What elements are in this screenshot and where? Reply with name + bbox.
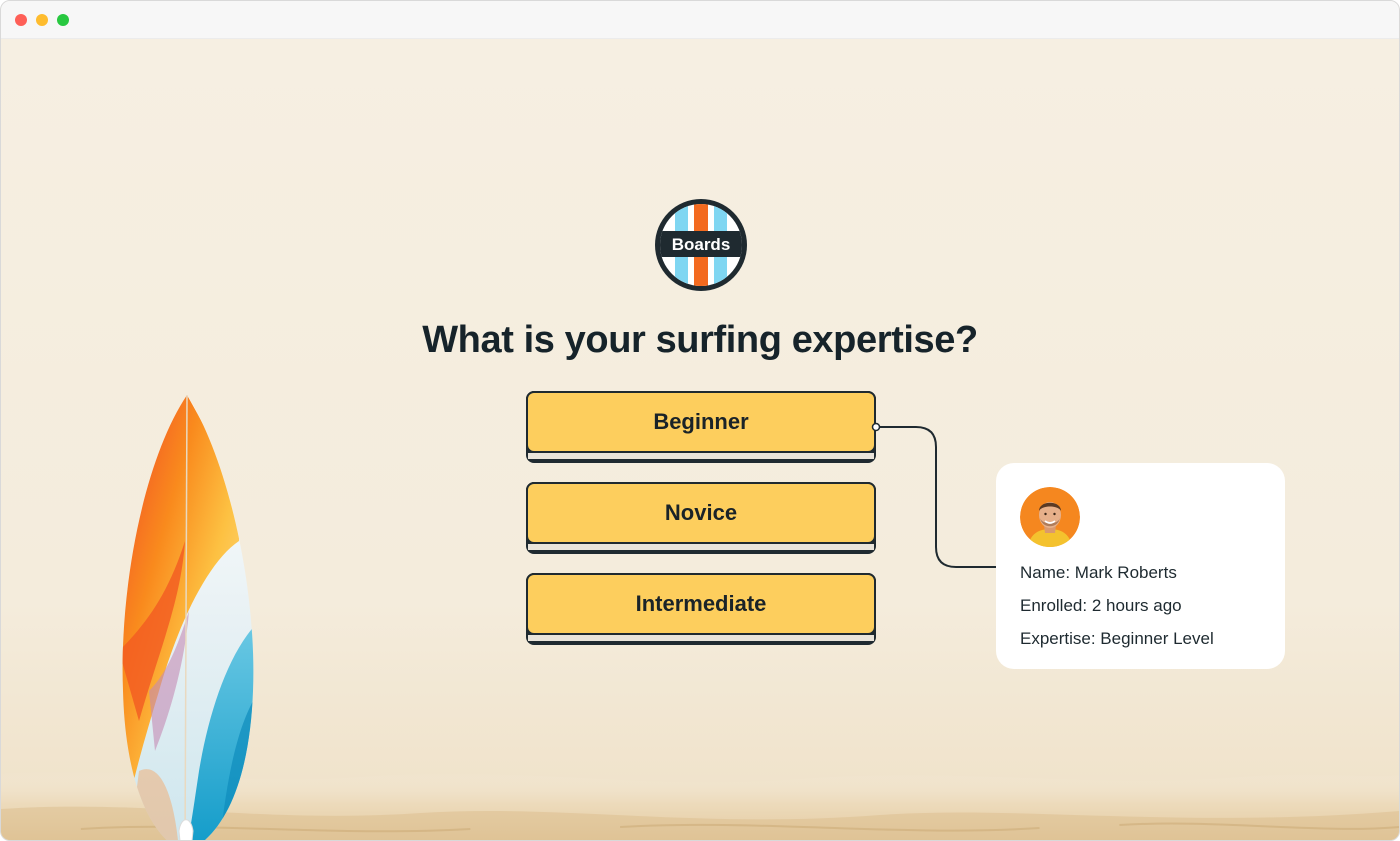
option-shadow: [528, 453, 874, 459]
minimize-window-button[interactable]: [36, 14, 48, 26]
boards-logo: Boards: [655, 199, 747, 291]
person-avatar-icon: [1020, 487, 1080, 547]
window-titlebar: [1, 1, 1399, 39]
profile-enrolled: Enrolled: 2 hours ago: [1020, 596, 1182, 615]
option-shadow: [528, 544, 874, 550]
option-label: Beginner: [526, 391, 876, 453]
logo-text: Boards: [672, 235, 731, 254]
profile-card: Name: Mark Roberts Enrolled: 2 hours ago…: [996, 463, 1285, 669]
profile-name: Name: Mark Roberts: [1020, 563, 1177, 582]
question-title: What is your surfing expertise?: [422, 319, 978, 361]
quiz-stage: Boards What is your surfing expertise? B…: [1, 39, 1399, 840]
maximize-window-button[interactable]: [57, 14, 69, 26]
close-window-button[interactable]: [15, 14, 27, 26]
option-intermediate[interactable]: Intermediate: [526, 573, 876, 645]
option-novice[interactable]: Novice: [526, 482, 876, 554]
browser-window: Boards What is your surfing expertise? B…: [0, 0, 1400, 841]
option-beginner[interactable]: Beginner: [526, 391, 876, 463]
surfboard-illustration: [122, 394, 254, 840]
option-label: Intermediate: [526, 573, 876, 635]
option-label: Novice: [526, 482, 876, 544]
option-shadow: [528, 635, 874, 641]
profile-expertise: Expertise: Beginner Level: [1020, 629, 1214, 648]
